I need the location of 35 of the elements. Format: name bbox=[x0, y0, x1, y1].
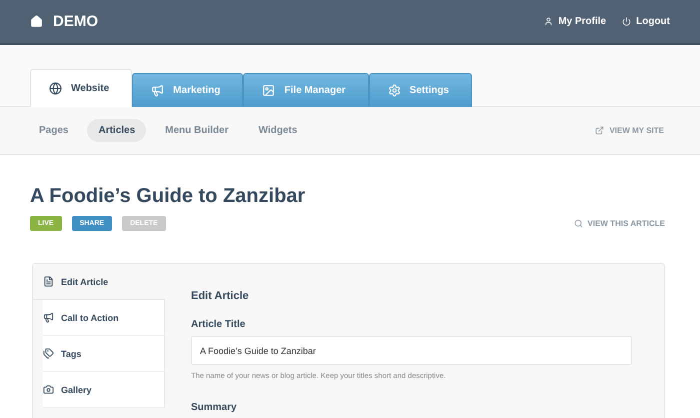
image-icon bbox=[262, 84, 276, 97]
article-title: A Foodie’s Guide to Zanzibar bbox=[30, 185, 306, 208]
logout-link[interactable]: Logout bbox=[622, 16, 670, 27]
subnav-item[interactable]: Articles bbox=[87, 119, 146, 142]
sidebar-item[interactable]: Call to Action bbox=[43, 300, 165, 336]
power-icon bbox=[622, 17, 632, 26]
subnav-item[interactable]: Menu Builder bbox=[154, 119, 240, 142]
globe-icon bbox=[49, 82, 62, 95]
field-label: Summary bbox=[191, 402, 238, 413]
nav-tab[interactable]: Settings bbox=[368, 73, 472, 107]
subnav-item[interactable]: Pages bbox=[28, 119, 80, 142]
input-field[interactable]: A Foodie’s Guide to Zanzibar bbox=[191, 336, 632, 365]
brand-name: DEMO bbox=[53, 13, 98, 30]
user-icon bbox=[544, 17, 554, 26]
document-icon bbox=[43, 276, 54, 287]
gear-icon bbox=[388, 84, 401, 97]
camera-icon bbox=[43, 384, 54, 395]
view-site-link[interactable]: VIEW MY SITE bbox=[595, 126, 664, 135]
profile-link[interactable]: My Profile bbox=[544, 16, 606, 27]
megaphone-icon bbox=[43, 312, 54, 323]
field-label: Article Title bbox=[191, 319, 246, 330]
subnav-item[interactable]: Widgets bbox=[248, 119, 308, 142]
form-heading: Edit Article bbox=[191, 290, 250, 302]
sidebar-item[interactable]: Edit Article bbox=[33, 264, 165, 300]
home-icon bbox=[30, 15, 43, 28]
sidebar-item[interactable]: Gallery bbox=[43, 372, 165, 408]
nav-tab[interactable]: Website bbox=[30, 69, 132, 107]
sidebar-item[interactable]: Tags bbox=[43, 336, 165, 372]
tags-icon bbox=[43, 348, 54, 359]
search-icon bbox=[574, 219, 583, 228]
external-link-icon bbox=[595, 126, 604, 135]
nav-tab[interactable]: File Manager bbox=[243, 73, 369, 107]
nav-tab[interactable]: Marketing bbox=[132, 73, 244, 107]
view-article-link[interactable]: VIEW THIS ARTICLE bbox=[574, 219, 665, 228]
megaphone-icon bbox=[151, 84, 164, 97]
